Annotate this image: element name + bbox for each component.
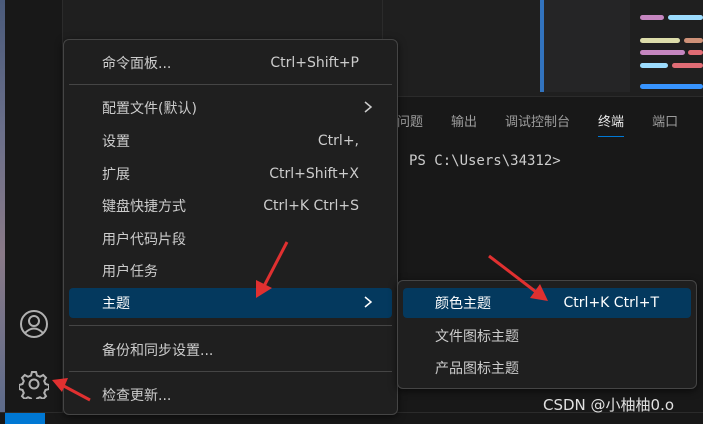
annotation-arrow-color-theme	[488, 254, 548, 301]
annotation-arrow-gear	[52, 378, 91, 402]
annotation-arrow-themes	[256, 241, 289, 298]
annotation-arrows	[52, 241, 548, 402]
watermark: CSDN @小柚柚0.o	[543, 396, 675, 414]
